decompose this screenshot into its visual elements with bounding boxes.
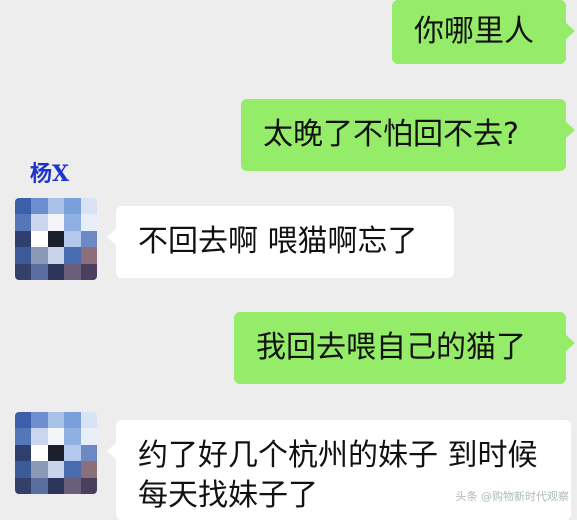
sender-name: 杨X [30,161,70,187]
contact-avatar[interactable] [15,412,97,494]
incoming-message[interactable]: 约了好几个杭州的妹子 到时候 每天找妹子了 [107,420,571,520]
outgoing-message[interactable]: 我回去喂自己的猫了 [234,312,575,384]
outgoing-message[interactable]: 你哪里人 [392,0,575,64]
watermark: 头条 @购物新时代观察 [455,490,570,503]
message-text: 我回去喂自己的猫了 [256,330,526,365]
message-text: 不回去啊 喂猫啊忘了 [138,224,418,259]
message-text: 太晚了不怕回不去? [263,117,519,152]
message-text-line-1: 约了好几个杭州的妹子 到时候 [138,438,538,473]
message-text: 你哪里人 [414,14,534,49]
contact-avatar[interactable] [15,198,97,280]
incoming-message[interactable]: 不回去啊 喂猫啊忘了 [107,206,454,278]
outgoing-message[interactable]: 太晚了不怕回不去? [241,99,575,171]
